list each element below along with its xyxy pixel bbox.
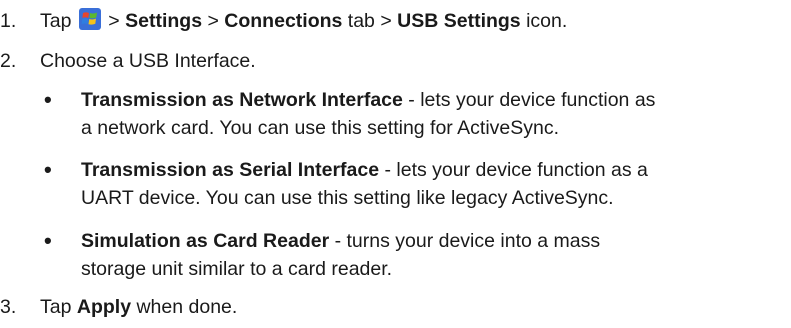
step-separator: >: [108, 10, 120, 32]
bullet-text: Simulation as Card Reader - turns your d…: [81, 227, 791, 283]
apply-label: Apply: [76, 296, 132, 318]
step-2: 2. Choose a USB Interface.: [0, 50, 256, 73]
bullet-desc: - turns your device into a mass: [329, 230, 601, 252]
bullet-line-1: Transmission as Network Interface - lets…: [81, 86, 791, 114]
bullet-marker: •: [44, 87, 52, 112]
bullet-line-1: Simulation as Card Reader - turns your d…: [81, 227, 791, 255]
bullet-title: Simulation as Card Reader: [81, 230, 330, 252]
step-number: 1.: [0, 10, 17, 32]
bullet-text: Transmission as Serial Interface - lets …: [81, 156, 791, 212]
bullet-line-2: UART device. You can use this setting li…: [81, 187, 614, 209]
step-text: Choose a USB Interface.: [40, 50, 256, 72]
instructions-document: 1. Tap > Settings > Connections tab > USB…: [0, 0, 791, 328]
step-text-tap: Tap: [40, 10, 72, 32]
step-number: 2.: [0, 50, 17, 72]
bullet-line-2: a network card. You can use this setting…: [81, 117, 560, 139]
step-1: 1. Tap > Settings > Connections tab > USB…: [0, 8, 567, 33]
tab-word: tab >: [347, 10, 392, 32]
settings-label: Settings: [125, 10, 203, 32]
icon-word: icon.: [526, 10, 568, 32]
bullet-marker: •: [44, 228, 52, 253]
bullet-line-2: storage unit similar to a card reader.: [81, 258, 393, 280]
bullet-text: Transmission as Network Interface - lets…: [81, 86, 791, 142]
bullet-title: Transmission as Network Interface: [81, 89, 403, 111]
step-separator: >: [207, 10, 219, 32]
connections-label: Connections: [224, 10, 343, 32]
bullet-desc: - lets your device function as a: [379, 159, 648, 181]
step-text-rest: when done.: [136, 296, 238, 318]
bullet-line-1: Transmission as Serial Interface - lets …: [81, 156, 791, 184]
usb-settings-label: USB Settings: [397, 10, 521, 32]
windows-start-icon: [78, 8, 101, 30]
step-text-tap: Tap: [40, 296, 72, 318]
bullet-marker: •: [44, 157, 52, 182]
step-number: 3.: [0, 296, 17, 318]
step-3: 3. Tap Apply when done.: [0, 296, 237, 319]
bullet-title: Transmission as Serial Interface: [81, 159, 380, 181]
bullet-desc: - lets your device function as: [402, 89, 656, 111]
